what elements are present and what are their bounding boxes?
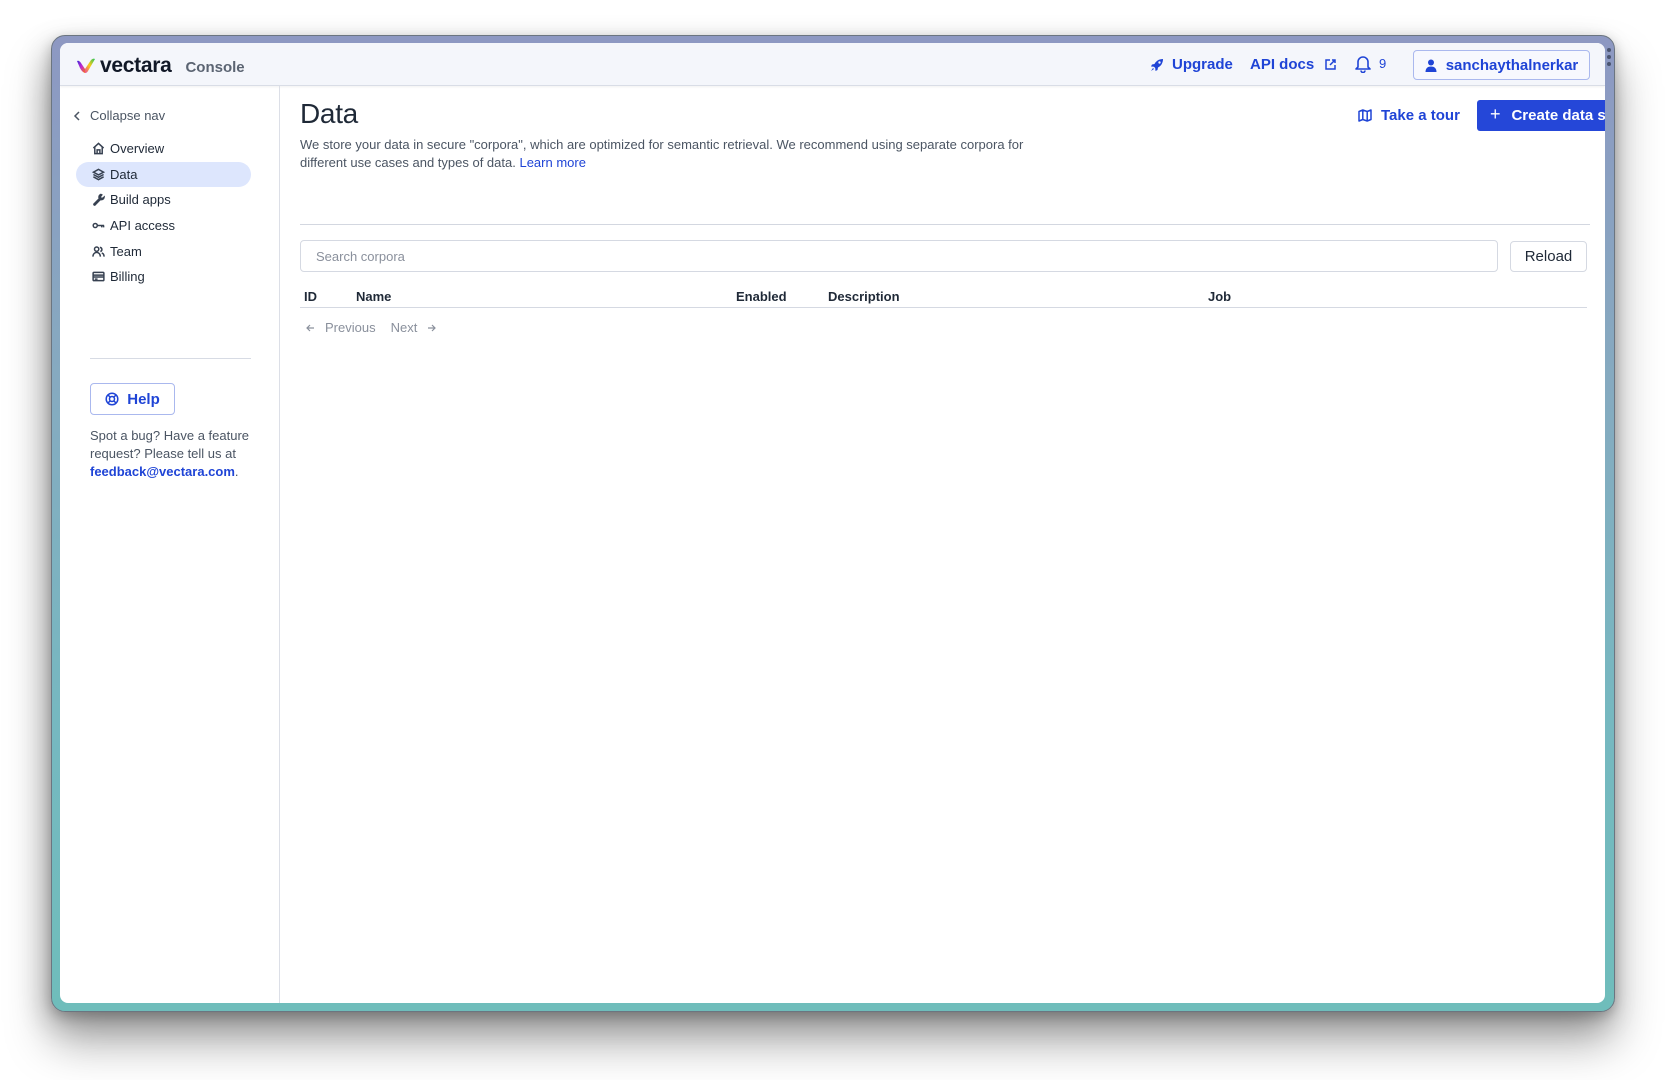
username: sanchaythalnerkar [1445,56,1579,74]
notification-count: 9 [1379,56,1387,71]
user-icon [1425,59,1437,72]
sidebar-item-label: Build apps [110,192,171,208]
key-icon [92,222,105,229]
sidebar-item-overview[interactable]: Overview [76,136,251,161]
life-buoy-icon [105,392,119,406]
app-window: vectara Console Upgrade API docs 9 sanch… [60,43,1605,1003]
sidebar-item-label: Billing [110,269,145,285]
help-label: Help [127,390,160,408]
console-label: Console [185,59,245,76]
sidebar-item-billing[interactable]: Billing [76,264,251,289]
page-title: Data [300,98,358,129]
upgrade-label: Upgrade [1172,56,1233,73]
sidebar: Collapse nav Overview Data Build apps AP… [60,86,280,1003]
wrench-icon [93,193,105,207]
map-icon [1358,109,1372,122]
sidebar-nav: Overview Data Build apps API access Team… [76,136,251,290]
feedback-text: Spot a bug? Have a feature request? Plea… [90,427,260,481]
layers-icon [92,168,105,181]
column-header-description[interactable]: Description [828,289,900,304]
corpora-table-header: ID Name Enabled Description Job [300,286,1587,308]
arrow-left-icon [306,324,314,331]
intro-text: We store your data in secure "corpora", … [300,137,1024,170]
sidebar-divider [90,358,251,359]
sidebar-item-label: Data [110,166,138,182]
column-header-enabled[interactable]: Enabled [736,289,787,304]
rocket-icon [1151,58,1163,71]
feedback-message: Spot a bug? Have a feature request? Plea… [90,428,250,461]
column-header-name[interactable]: Name [356,289,391,304]
user-menu-button[interactable]: sanchaythalnerkar [1413,50,1590,80]
collapse-nav-label: Collapse nav [90,108,166,123]
pagination: Previous Next [306,320,437,335]
next-page-button[interactable]: Next [391,320,437,335]
learn-more-link[interactable]: Learn more [519,155,585,170]
notifications-button[interactable]: 9 [1354,54,1386,73]
sidebar-item-label: API access [110,218,176,234]
help-button[interactable]: Help [90,383,175,415]
tour-label: Take a tour [1381,107,1460,124]
feedback-suffix: . [234,464,239,479]
users-icon [92,246,105,257]
bell-icon [1355,56,1371,73]
arrow-right-icon [428,324,437,331]
plus-icon: + [1489,104,1501,124]
api-docs-label: API docs [1250,56,1315,73]
reload-button[interactable]: Reload [1510,241,1587,272]
sidebar-item-team[interactable]: Team [76,239,251,264]
sidebar-item-label: Team [110,243,142,259]
column-header-id[interactable]: ID [304,289,317,304]
previous-label: Previous [325,320,376,335]
feedback-email-link[interactable]: feedback@vectara.com [90,464,235,479]
column-header-job[interactable]: Job [1208,289,1231,304]
logo[interactable]: vectara Console [76,54,245,78]
top-bar: vectara Console Upgrade API docs 9 sanch… [60,43,1605,86]
create-label: Create data store [1511,107,1605,124]
sidebar-item-build-apps[interactable]: Build apps [76,187,251,212]
credit-card-icon [92,272,105,282]
home-icon [92,142,105,155]
previous-page-button[interactable]: Previous [306,320,376,335]
next-label: Next [390,320,418,335]
vectara-logo-icon [77,58,95,73]
header-divider [300,224,1590,225]
page-description: We store your data in secure "corpora", … [300,136,1040,172]
chevron-left-icon [73,110,80,121]
window-drag-handle[interactable] [1607,48,1612,66]
create-data-store-button[interactable]: + Create data store [1477,100,1605,131]
external-link-icon [1325,59,1336,70]
sidebar-item-api-access[interactable]: API access [76,213,251,238]
collapse-nav-button[interactable]: Collapse nav [73,108,165,123]
brand-name: vectara [100,54,172,77]
sidebar-item-label: Overview [110,141,165,156]
sidebar-item-data[interactable]: Data [76,161,251,187]
upgrade-link[interactable]: Upgrade [1150,56,1233,73]
take-a-tour-button[interactable]: Take a tour [1358,107,1460,124]
api-docs-link[interactable]: API docs [1250,56,1337,73]
search-corpora-input[interactable] [300,240,1498,272]
